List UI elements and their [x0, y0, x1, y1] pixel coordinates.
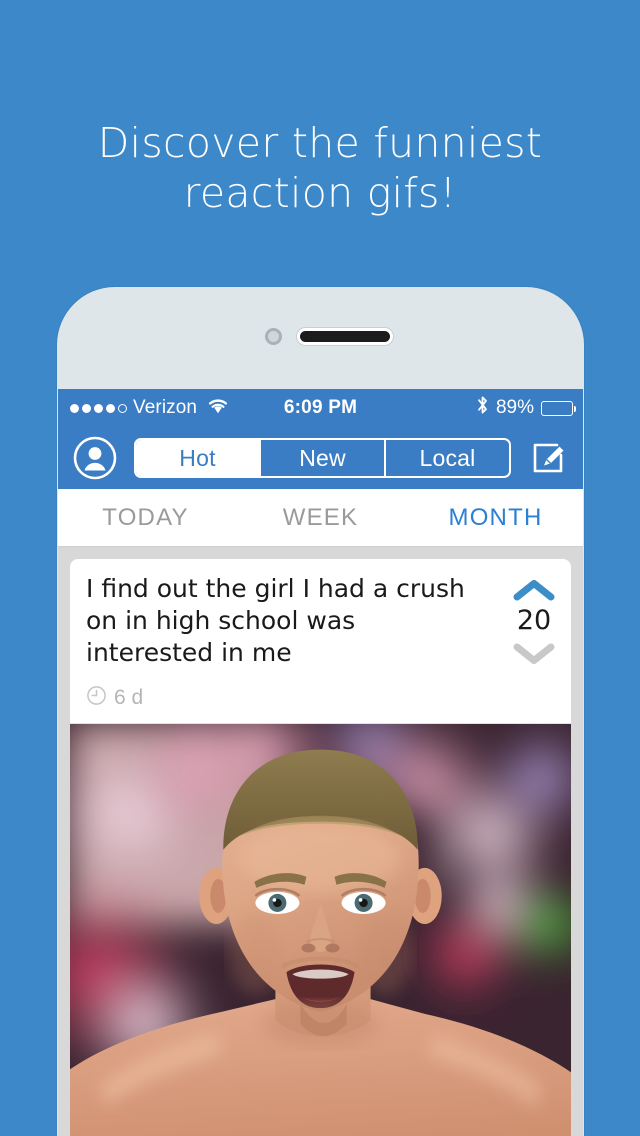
- bluetooth-icon: [476, 395, 489, 421]
- post-time-ago: 6 d: [114, 686, 144, 709]
- battery-icon: [541, 400, 576, 416]
- earpiece-speaker-icon: [300, 331, 390, 342]
- compose-post-button[interactable]: [527, 437, 569, 479]
- chevron-up-icon: [513, 580, 555, 601]
- profile-avatar-icon: [73, 436, 117, 480]
- upvote-button[interactable]: [512, 577, 556, 603]
- phone-screen: Verizon 6:09 PM 89% Hot New Local TODAY …: [58, 389, 583, 1136]
- phone-bezel-top: [57, 287, 584, 389]
- clock-icon: [86, 685, 107, 711]
- post-media-gif[interactable]: [70, 724, 571, 1136]
- segment-local[interactable]: Local: [386, 440, 509, 476]
- promo-headline-line-1: Discover the funniest: [97, 119, 543, 167]
- tab-today[interactable]: TODAY: [58, 504, 233, 532]
- gif-frame: [70, 724, 571, 1136]
- status-bar: Verizon 6:09 PM 89%: [58, 389, 583, 427]
- status-bar-right: 89%: [476, 395, 576, 421]
- app-nav-bar: Hot New Local: [58, 427, 583, 489]
- profile-avatar-button[interactable]: [72, 435, 118, 481]
- time-range-tabs[interactable]: TODAY WEEK MONTH: [58, 489, 583, 547]
- tab-week[interactable]: WEEK: [233, 504, 408, 532]
- promo-headline: Discover the funniest reaction gifs!: [0, 118, 640, 218]
- downvote-button[interactable]: [512, 640, 556, 666]
- front-camera-icon: [265, 328, 282, 345]
- promo-headline-line-2: reaction gifs!: [183, 169, 457, 218]
- post-card[interactable]: I find out the girl I had a crush on in …: [70, 559, 571, 1136]
- post-meta: 6 d: [86, 685, 483, 723]
- chevron-down-icon: [513, 643, 555, 664]
- post-title: I find out the girl I had a crush on in …: [86, 574, 465, 667]
- post-feed: I find out the girl I had a crush on in …: [58, 547, 583, 1136]
- segment-new[interactable]: New: [261, 440, 386, 476]
- phone-mockup: Verizon 6:09 PM 89% Hot New Local TODAY …: [57, 287, 584, 1136]
- post-header: I find out the girl I had a crush on in …: [70, 559, 571, 723]
- post-body: I find out the girl I had a crush on in …: [70, 573, 497, 723]
- segment-hot[interactable]: Hot: [136, 440, 261, 476]
- battery-percent-label: 89%: [495, 397, 534, 418]
- feed-sort-segmented-control[interactable]: Hot New Local: [134, 438, 511, 478]
- post-vote-controls[interactable]: 20: [497, 573, 571, 723]
- compose-pencil-icon: [533, 443, 564, 473]
- vote-count: 20: [516, 605, 552, 636]
- tab-month[interactable]: MONTH: [408, 504, 583, 532]
